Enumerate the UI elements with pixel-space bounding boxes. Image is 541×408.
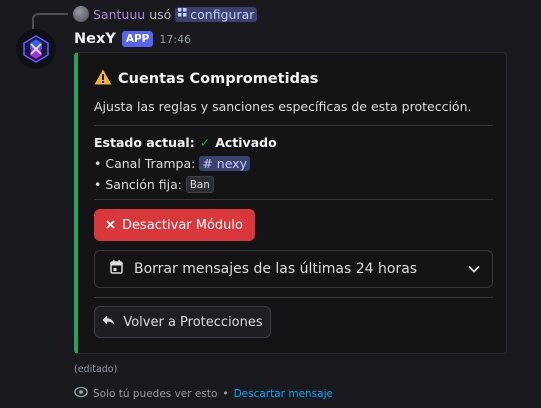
app-badge: APP	[121, 31, 154, 47]
message-timestamp[interactable]: 17:46	[159, 33, 191, 46]
sanction-value: Ban	[185, 175, 214, 193]
ephemeral-notice: Solo tú puedes ver esto • Descartar mens…	[74, 386, 333, 401]
message-header: NexY APP 17:46	[74, 29, 191, 49]
ephemeral-text: Solo tú puedes ver esto	[93, 387, 218, 400]
channel-label: • Canal Trampa:	[94, 155, 196, 171]
calendar-icon	[110, 260, 123, 278]
footer-separator: •	[222, 387, 229, 400]
deactivate-module-button[interactable]: Desactivar Módulo	[94, 209, 255, 241]
embed-title-row: Cuentas Comprometidas	[94, 68, 318, 90]
back-button-label: Volver a Protecciones	[123, 314, 263, 330]
divider	[94, 297, 493, 298]
embed-card: Cuentas Comprometidas Ajusta las reglas …	[74, 52, 507, 354]
reply-connector	[32, 13, 68, 29]
check-icon: ✓	[199, 135, 211, 150]
bot-avatar[interactable]	[16, 29, 56, 69]
close-icon	[106, 218, 115, 233]
channel-field: • Canal Trampa: # nexy	[94, 153, 250, 173]
command-icon	[178, 8, 187, 20]
deactivate-module-label: Desactivar Módulo	[122, 217, 243, 233]
sanction-label: • Sanción fija:	[94, 176, 182, 192]
edited-indicator: (editado)	[74, 364, 118, 375]
eye-icon	[74, 386, 88, 401]
bot-username[interactable]: NexY	[74, 31, 116, 47]
reply-action-text: usó	[149, 6, 172, 22]
delete-messages-select[interactable]: Borrar mensajes de las últimas 24 horas	[94, 250, 493, 288]
status-label: Estado actual:	[94, 135, 195, 150]
command-name: configurar	[190, 6, 255, 22]
slash-command-chip[interactable]: configurar	[175, 6, 258, 22]
back-to-protections-button[interactable]: Volver a Protecciones	[94, 306, 271, 338]
chevron-down-icon	[468, 261, 480, 277]
warning-icon	[94, 69, 112, 89]
divider	[94, 199, 493, 200]
status-value: Activado	[215, 135, 277, 150]
dismiss-message-link[interactable]: Descartar mensaje	[234, 388, 333, 400]
reply-username[interactable]: Santuuu	[93, 7, 145, 22]
reply-arrow-icon	[102, 315, 115, 330]
embed-title: Cuentas Comprometidas	[118, 71, 319, 87]
embed-description: Ajusta las reglas y sanciones específica…	[94, 99, 472, 114]
select-value: Borrar mensajes de las últimas 24 horas	[134, 261, 418, 277]
divider	[94, 125, 493, 126]
sanction-field: • Sanción fija: Ban	[94, 174, 214, 194]
status-field: Estado actual: ✓ Activado	[94, 135, 277, 150]
command-reply-context: Santuuu usó configurar	[73, 5, 258, 23]
bot-logo-icon	[23, 35, 49, 63]
channel-mention[interactable]: # nexy	[199, 155, 250, 171]
reply-user-avatar[interactable]	[73, 6, 89, 22]
